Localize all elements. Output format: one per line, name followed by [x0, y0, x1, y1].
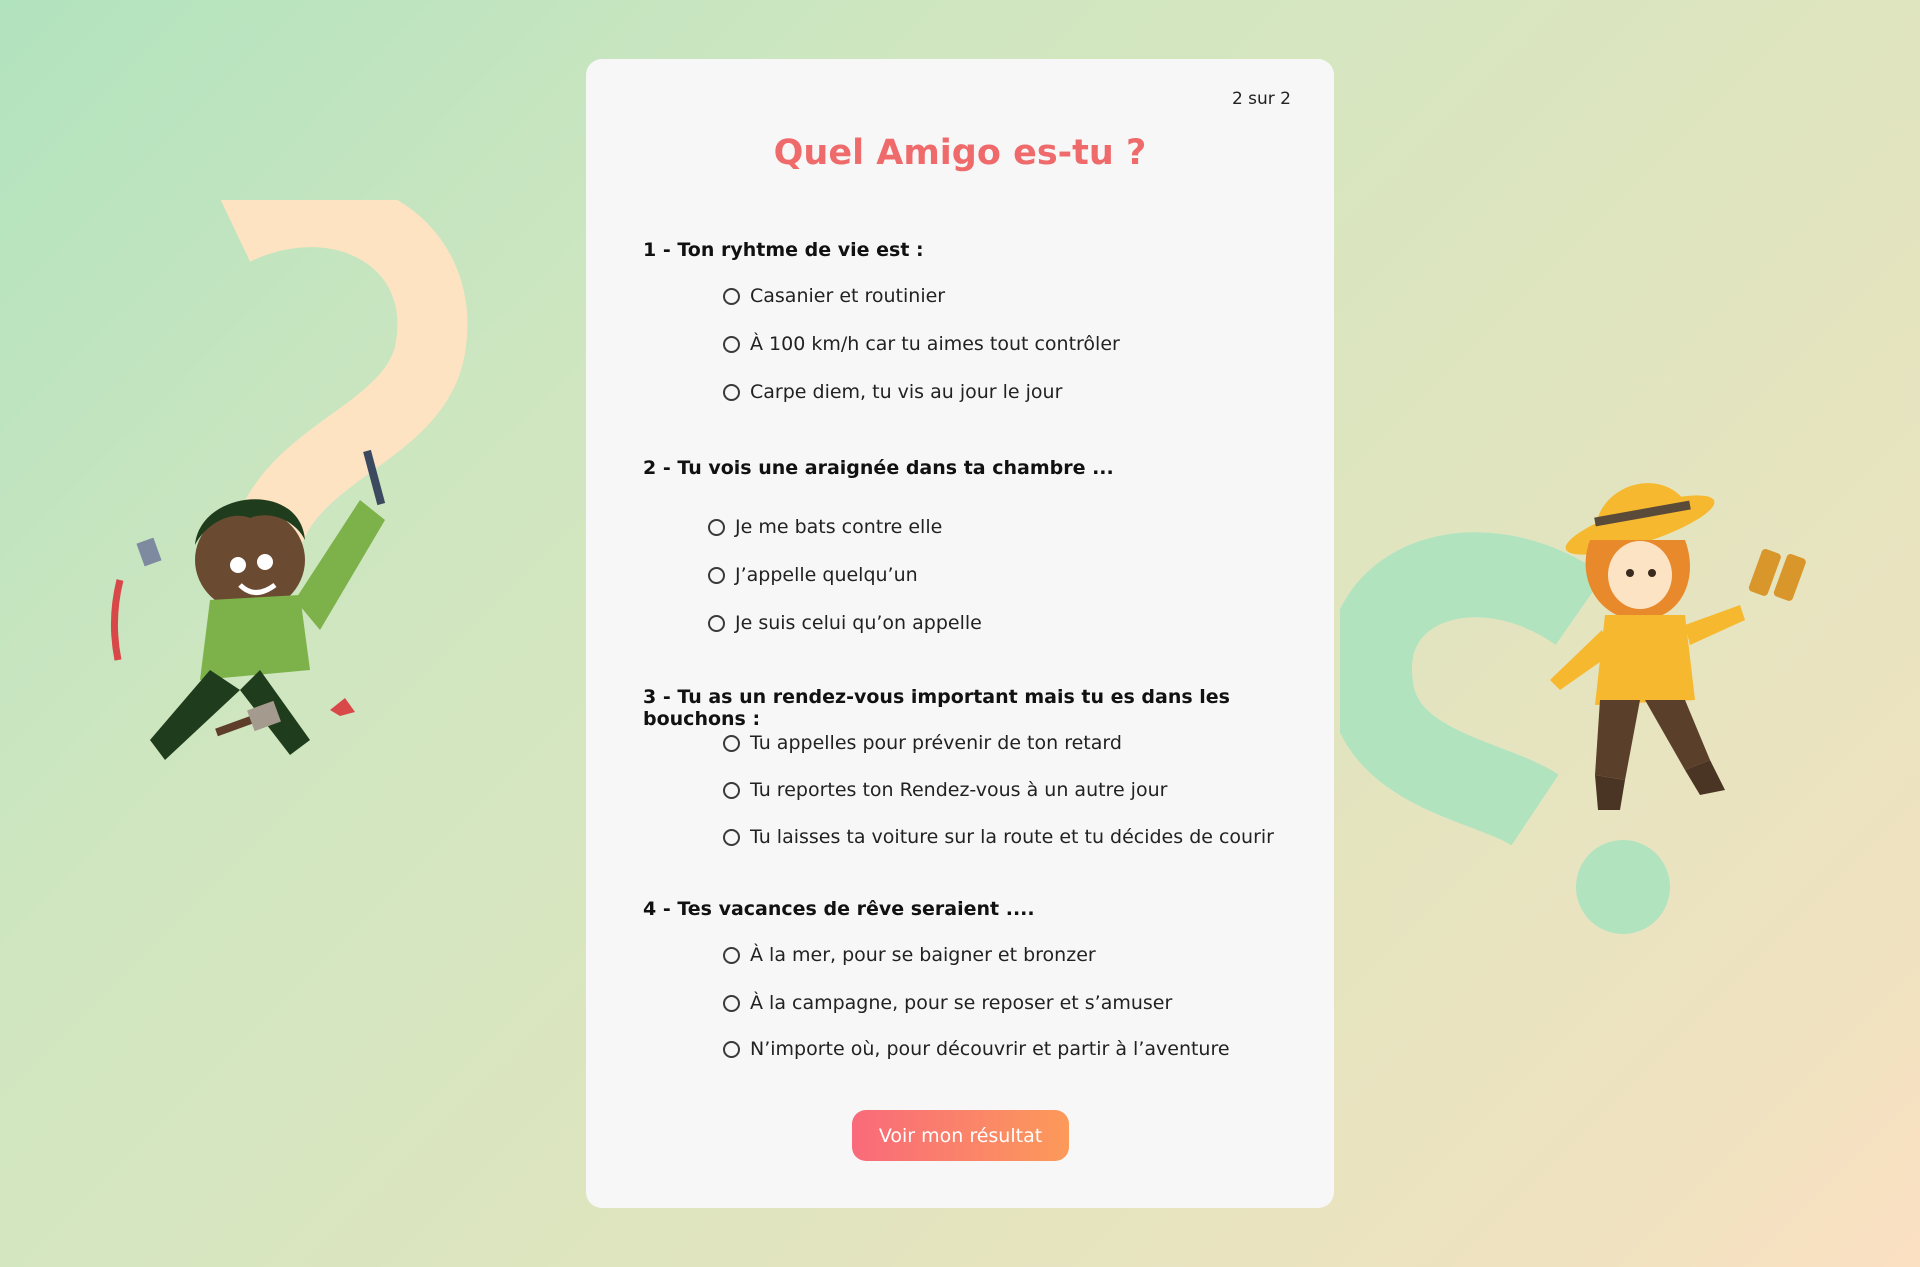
yellow-character-icon — [1550, 483, 1806, 810]
radio-button[interactable] — [723, 1040, 740, 1058]
quiz-card: 2 sur 2 Quel Amigo es-tu ? 1 - Ton ryhtm… — [586, 59, 1334, 1208]
option-label: Tu appelles pour prévenir de ton retard — [750, 732, 1122, 754]
radio-button[interactable] — [723, 946, 740, 964]
radio-button[interactable] — [723, 828, 740, 846]
q1-option-2[interactable]: À 100 km/h car tu aimes tout contrôler — [723, 333, 1120, 355]
radio-button[interactable] — [723, 335, 740, 353]
radio-button[interactable] — [708, 518, 725, 536]
q1-option-1[interactable]: Casanier et routinier — [723, 285, 945, 307]
radio-button[interactable] — [723, 287, 740, 305]
option-label: Carpe diem, tu vis au jour le jour — [750, 381, 1063, 403]
see-result-button[interactable]: Voir mon résultat — [852, 1110, 1069, 1161]
question-1-label: 1 - Ton ryhtme de vie est : — [643, 239, 924, 261]
option-label: Tu laisses ta voiture sur la route et tu… — [750, 826, 1274, 848]
q3-option-2[interactable]: Tu reportes ton Rendez-vous à un autre j… — [723, 779, 1167, 801]
option-label: Je suis celui qu’on appelle — [735, 612, 982, 634]
question-mark-shape — [220, 200, 468, 545]
option-label: À la mer, pour se baigner et bronzer — [750, 944, 1096, 966]
q4-option-1[interactable]: À la mer, pour se baigner et bronzer — [723, 944, 1096, 966]
question-4-label: 4 - Tes vacances de rêve seraient .... — [643, 898, 1035, 920]
radio-button[interactable] — [723, 781, 740, 799]
option-label: Casanier et routinier — [750, 285, 946, 307]
question-3-label: 3 - Tu as un rendez-vous important mais … — [643, 686, 1230, 730]
radio-button[interactable] — [708, 566, 725, 584]
left-character-illustration — [110, 200, 468, 760]
radio-button[interactable] — [708, 614, 725, 632]
q2-option-1[interactable]: Je me bats contre elle — [708, 516, 942, 538]
q3-option-3[interactable]: Tu laisses ta voiture sur la route et tu… — [723, 826, 1274, 848]
q4-option-2[interactable]: À la campagne, pour se reposer et s’amus… — [723, 992, 1172, 1014]
q2-option-3[interactable]: Je suis celui qu’on appelle — [708, 612, 982, 634]
option-label: Je me bats contre elle — [735, 516, 943, 538]
step-indicator: 2 sur 2 — [1231, 89, 1291, 109]
radio-button[interactable] — [723, 734, 740, 752]
option-label: À 100 km/h car tu aimes tout contrôler — [750, 333, 1120, 355]
q3-option-1[interactable]: Tu appelles pour prévenir de ton retard — [723, 732, 1122, 754]
option-label: N’importe où, pour découvrir et partir à… — [750, 1038, 1230, 1060]
q2-option-2[interactable]: J’appelle quelqu’un — [708, 564, 918, 586]
page-title: Quel Amigo es-tu ? — [773, 133, 1147, 173]
q1-option-3[interactable]: Carpe diem, tu vis au jour le jour — [723, 381, 1062, 403]
option-label: À la campagne, pour se reposer et s’amus… — [750, 992, 1173, 1014]
right-character-illustration — [1340, 483, 1806, 934]
radio-button[interactable] — [723, 383, 740, 401]
q4-option-3[interactable]: N’importe où, pour découvrir et partir à… — [723, 1038, 1230, 1060]
option-label: J’appelle quelqu’un — [735, 564, 918, 586]
radio-button[interactable] — [723, 994, 740, 1012]
option-label: Tu reportes ton Rendez-vous à un autre j… — [750, 779, 1168, 801]
question-2-label: 2 - Tu vois une araignée dans ta chambre… — [643, 457, 1114, 479]
